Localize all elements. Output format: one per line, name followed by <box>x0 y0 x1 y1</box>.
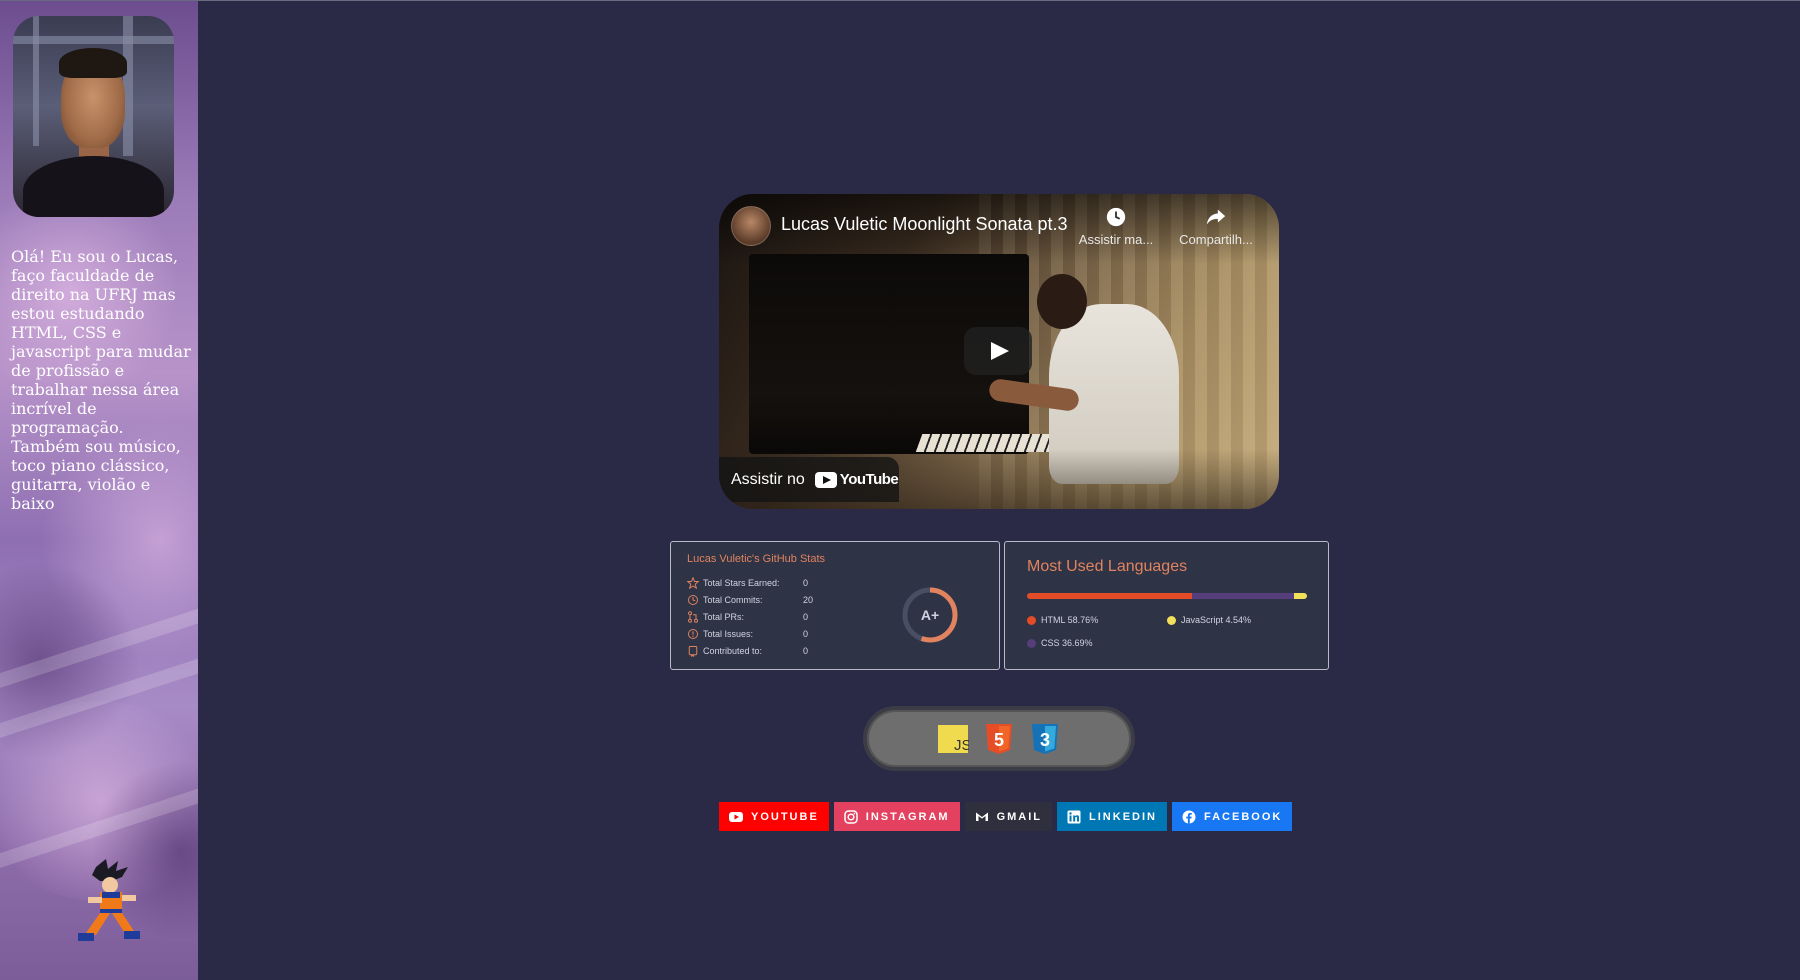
channel-avatar[interactable] <box>731 206 771 246</box>
linkedin-badge-label: LINKEDIN <box>1089 810 1157 823</box>
rank-grade: A+ <box>920 607 940 623</box>
youtube-logo-icon: YouTube <box>814 471 899 488</box>
css-dot <box>1027 638 1036 648</box>
stat-label: Total PRs: <box>703 612 745 622</box>
stat-value: 0 <box>803 612 809 622</box>
html-bar-segment <box>1027 593 1192 599</box>
language-item-html: HTML 58.76% <box>1027 615 1098 625</box>
instagram-badge[interactable]: INSTAGRAM <box>833 802 960 831</box>
top-languages-card[interactable]: Most Used Languages HTML 58.76% JavaScri… <box>1004 541 1329 670</box>
language-label: CSS 36.69% <box>1041 638 1093 648</box>
facebook-icon <box>1182 810 1196 823</box>
watch-later-button[interactable]: Assistir ma... <box>1073 206 1159 247</box>
gmail-badge-label: GMAIL <box>996 810 1043 823</box>
stat-label: Total Stars Earned: <box>703 578 780 588</box>
language-item-javascript: JavaScript 4.54% <box>1167 615 1251 625</box>
language-label: HTML 58.76% <box>1041 615 1099 625</box>
watch-later-label: Assistir ma... <box>1078 232 1154 247</box>
youtube-badge-label: YOUTUBE <box>751 810 819 823</box>
social-links: YOUTUBE INSTAGRAM GMAIL LINKEDIN FACEBOO… <box>719 802 1293 831</box>
javascript-icon[interactable]: JS <box>937 723 969 755</box>
html5-icon[interactable]: 5 <box>983 723 1015 755</box>
share-button[interactable]: Compartilh... <box>1173 206 1259 247</box>
instagram-badge-label: INSTAGRAM <box>865 810 950 823</box>
clock-icon <box>1106 207 1126 227</box>
language-label: JavaScript 4.54% <box>1181 615 1252 625</box>
profile-sidebar: Olá! Eu sou o Lucas, faço faculdade de d… <box>0 1 198 980</box>
repo-icon <box>688 646 698 657</box>
html-dot <box>1027 615 1036 625</box>
video-title[interactable]: Lucas Vuletic Moonlight Sonata pt.3 <box>781 214 1068 235</box>
issue-icon <box>688 629 698 639</box>
gmail-icon <box>975 812 988 821</box>
play-icon <box>991 342 1009 360</box>
pull-request-icon <box>688 611 698 623</box>
gmail-badge[interactable]: GMAIL <box>964 802 1053 831</box>
stat-label: Contributed to: <box>703 646 763 656</box>
linkedin-icon <box>1067 810 1081 823</box>
stat-label: Total Issues: <box>703 629 754 639</box>
goku-sprite-icon <box>78 859 140 941</box>
linkedin-badge[interactable]: LINKEDIN <box>1057 802 1167 831</box>
bio-text: Olá! Eu sou o Lucas, faço faculdade de d… <box>11 247 191 513</box>
youtube-icon <box>729 811 743 822</box>
css3-icon[interactable]: 3 <box>1029 723 1061 755</box>
youtube-wordmark: YouTube <box>839 471 899 488</box>
stat-label: Total Commits: <box>703 595 763 605</box>
stat-value: 0 <box>803 646 809 656</box>
youtube-video-player[interactable]: Lucas Vuletic Moonlight Sonata pt.3 Assi… <box>719 194 1279 509</box>
html5-icon-text: 5 <box>994 730 1004 750</box>
css-bar-segment <box>1191 593 1295 599</box>
github-stats-card[interactable]: Lucas Vuletic's GitHub Stats Total Stars… <box>670 541 1000 670</box>
languages-progress-bar <box>1027 593 1307 599</box>
facebook-badge-label: FACEBOOK <box>1203 810 1283 823</box>
watch-on-youtube-link[interactable]: Assistir no YouTube <box>719 457 899 502</box>
javascript-icon-text: JS <box>954 737 969 754</box>
stat-row: Total Stars Earned: 0 <box>687 576 837 590</box>
watch-on-label: Assistir no <box>731 470 805 488</box>
stat-row: Contributed to: 0 <box>687 644 837 658</box>
stat-value: 0 <box>803 629 809 639</box>
stat-value: 0 <box>803 578 809 588</box>
stat-row: Total Commits: 20 <box>687 593 837 607</box>
share-label: Compartilh... <box>1179 232 1253 247</box>
share-icon <box>1206 209 1226 225</box>
css3-icon-text: 3 <box>1040 730 1050 750</box>
facebook-badge[interactable]: FACEBOOK <box>1171 802 1293 831</box>
star-icon <box>687 577 699 589</box>
instagram-icon <box>844 809 858 824</box>
stats-title: Lucas Vuletic's GitHub Stats <box>687 553 826 565</box>
tech-stack-pill: JS 5 3 <box>863 706 1135 771</box>
languages-title: Most Used Languages <box>1027 558 1188 575</box>
stat-row: Total PRs: 0 <box>687 610 837 624</box>
youtube-badge[interactable]: YOUTUBE <box>719 802 829 831</box>
play-button[interactable] <box>964 327 1032 375</box>
javascript-dot <box>1167 615 1176 625</box>
stat-value: 20 <box>803 595 814 605</box>
avatar <box>13 16 174 217</box>
language-item-css: CSS 36.69% <box>1027 638 1093 648</box>
clock-icon <box>688 595 698 605</box>
javascript-bar-segment <box>1294 593 1307 599</box>
stat-row: Total Issues: 0 <box>687 627 837 641</box>
